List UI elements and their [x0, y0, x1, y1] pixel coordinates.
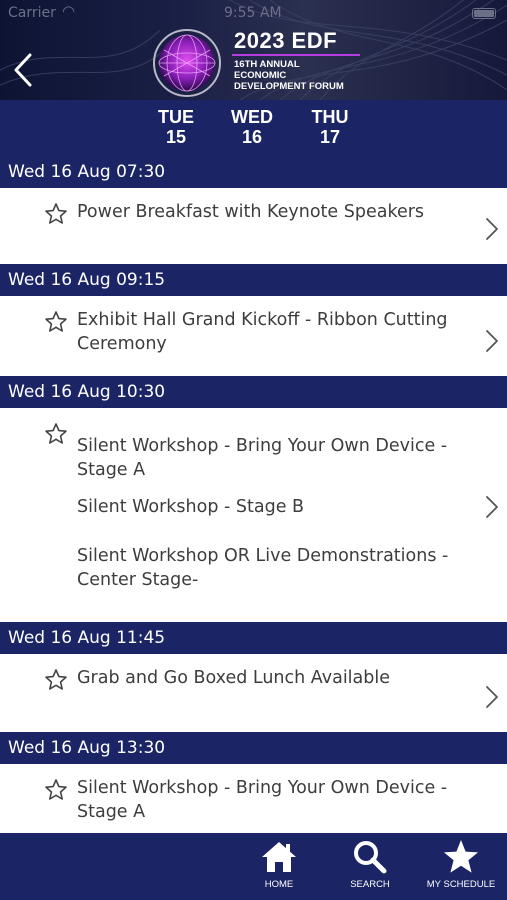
logo-subtitle-line: DEVELOPMENT FORUM: [234, 81, 344, 92]
session-row[interactable]: Grab and Go Boxed Lunch Available: [0, 654, 507, 732]
search-icon: [354, 841, 387, 874]
chevron-right-icon: [486, 330, 498, 352]
day-number: 17: [319, 127, 341, 147]
chevron-right-icon: [486, 686, 498, 708]
day-name: THU: [311, 107, 349, 127]
carrier-label: Carrier: [8, 5, 56, 21]
status-bar: Carrier ◠ 9:55 AM: [0, 0, 507, 28]
day-number: 15: [165, 127, 187, 147]
wifi-icon: ◠: [62, 2, 76, 20]
logo-title: 2023 EDF: [234, 28, 338, 53]
session-row[interactable]: Exhibit Hall Grand Kickoff - Ribbon Cutt…: [0, 296, 507, 376]
time-slot-header: Wed 16 Aug 13:30: [0, 732, 507, 764]
day-number: 16: [241, 127, 263, 147]
tab-label: SEARCH: [350, 879, 390, 890]
app-header: Carrier ◠ 9:55 AM 2023 EDF 16TH ANNUAL E…: [0, 0, 507, 100]
session-title: Silent Workshop - Bring Your Own Device …: [77, 778, 448, 822]
tab-my-schedule[interactable]: MY SCHEDULE: [421, 839, 501, 890]
star-outline-icon[interactable]: [44, 422, 68, 446]
chevron-right-icon: [486, 218, 498, 240]
star-filled-icon: [444, 840, 478, 873]
time-slot-header: Wed 16 Aug 07:30: [0, 156, 507, 188]
chevron-left-icon: [14, 53, 32, 87]
day-name: TUE: [158, 107, 194, 127]
tab-home[interactable]: HOME: [239, 839, 319, 890]
session-title: Power Breakfast with Keynote Speakers: [77, 202, 425, 222]
logo-subtitle-line: ECONOMIC: [234, 70, 287, 81]
edf-globe-logo: [153, 29, 221, 97]
day-tab-wed[interactable]: WED 16: [222, 107, 282, 147]
time-slot-header: Wed 16 Aug 11:45: [0, 622, 507, 654]
session-title: Exhibit Hall Grand Kickoff - Ribbon Cutt…: [77, 310, 448, 354]
chevron-right-icon: [486, 496, 498, 518]
session-title: Silent Workshop - Bring Your Own Device …: [77, 436, 448, 480]
star-outline-icon[interactable]: [44, 202, 68, 226]
session-title: Grab and Go Boxed Lunch Available: [77, 668, 391, 688]
day-name: WED: [231, 107, 273, 127]
back-button[interactable]: [10, 52, 36, 88]
schedule-list[interactable]: Wed 16 Aug 07:30 Power Breakfast with Ke…: [0, 156, 507, 833]
session-row[interactable]: Silent Workshop - Bring Your Own Device …: [0, 408, 507, 622]
tab-label: MY SCHEDULE: [426, 879, 496, 890]
bottom-tab-bar: HOME SEARCH MY SCHEDULE: [0, 833, 507, 900]
logo-subtitle: 16TH ANNUAL ECONOMIC DEVELOPMENT FORUM: [234, 59, 384, 92]
session-title: Silent Workshop - Stage B: [77, 497, 305, 517]
time-slot-header: Wed 16 Aug 09:15: [0, 264, 507, 296]
star-outline-icon[interactable]: [44, 778, 68, 802]
star-outline-icon[interactable]: [44, 668, 68, 692]
battery-icon: [472, 8, 496, 19]
day-selector: TUE 15 WED 16 THU 17: [0, 100, 507, 156]
day-tab-thu[interactable]: THU 17: [300, 107, 360, 147]
clock-label: 9:55 AM: [224, 5, 282, 21]
logo-subtitle-line: 16TH ANNUAL: [234, 59, 300, 70]
star-outline-icon[interactable]: [44, 310, 68, 334]
session-row[interactable]: Silent Workshop - Bring Your Own Device …: [0, 764, 507, 833]
session-title: Silent Workshop OR Live Demonstrations -…: [77, 546, 449, 590]
day-tab-tue[interactable]: TUE 15: [146, 107, 206, 147]
tab-label: HOME: [264, 879, 294, 890]
time-slot-header: Wed 16 Aug 10:30: [0, 376, 507, 408]
logo-divider: [232, 54, 360, 56]
session-row[interactable]: Power Breakfast with Keynote Speakers: [0, 188, 507, 264]
tab-search[interactable]: SEARCH: [330, 839, 410, 890]
home-icon: [262, 842, 296, 872]
